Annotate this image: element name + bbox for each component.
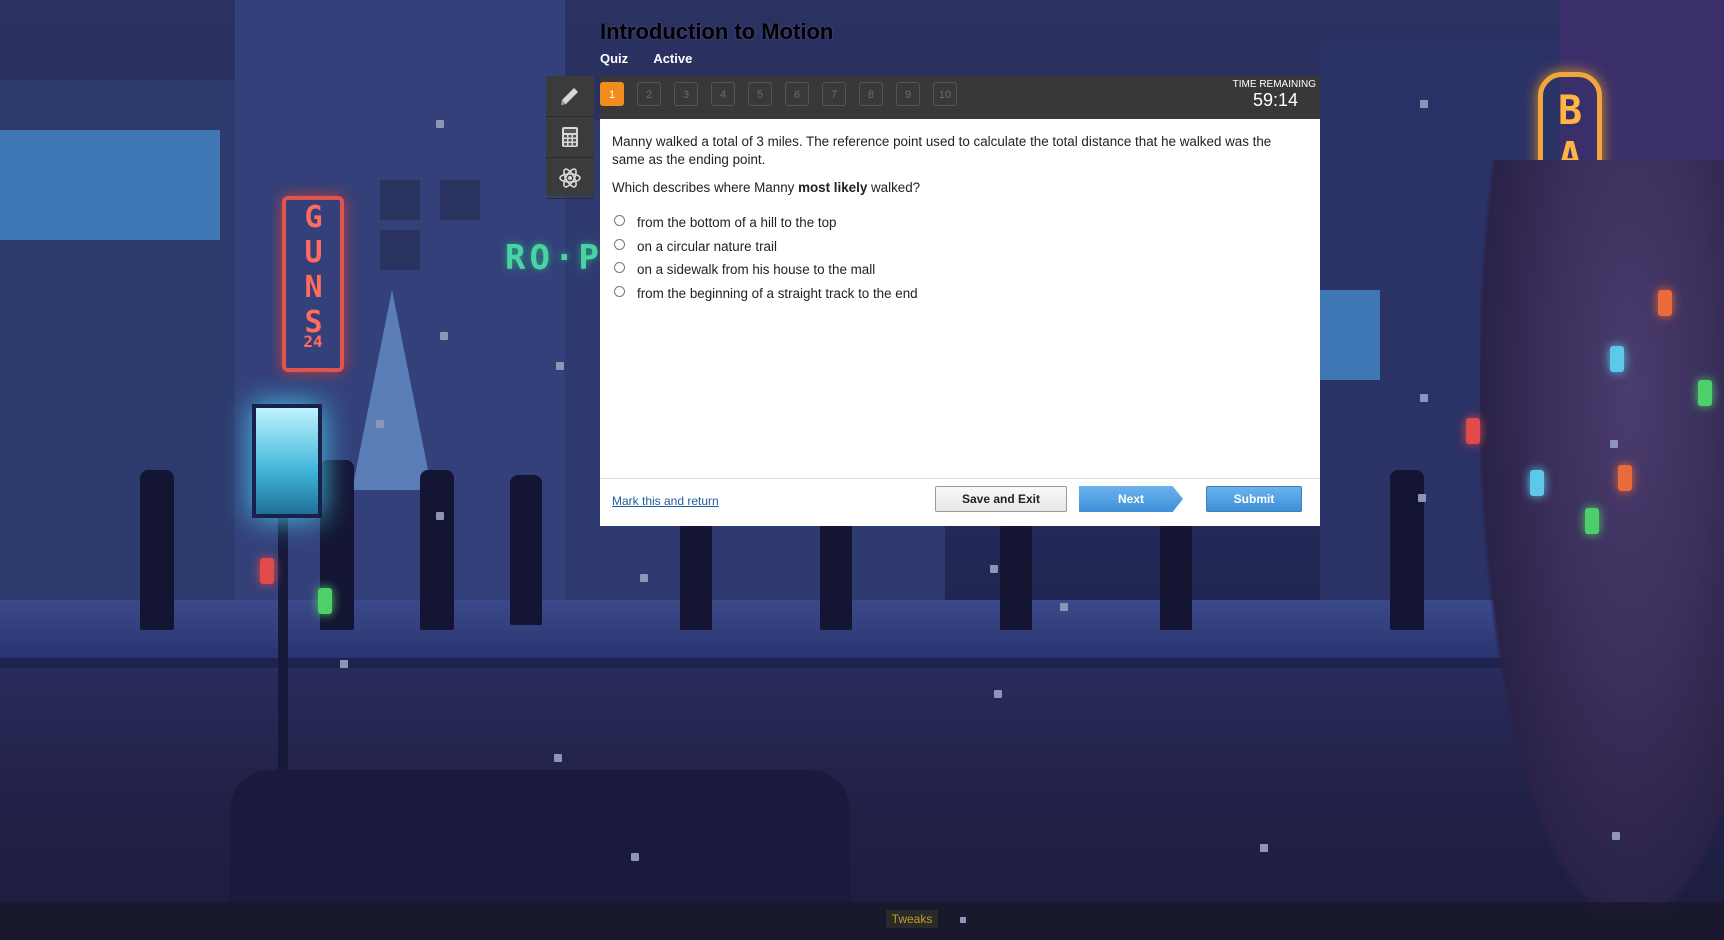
pencil-tool-button[interactable] (546, 76, 594, 117)
window (440, 180, 480, 220)
answer-option[interactable]: on a sidewalk from his house to the mall (614, 258, 918, 282)
pedestrian-silhouette (1000, 520, 1032, 630)
prompt-text: Which describes where Manny (612, 180, 799, 195)
page-title: Introduction to Motion (600, 19, 834, 44)
question-nav-button[interactable]: 9 (896, 82, 920, 106)
bench-with-figure (230, 770, 850, 910)
pedestrian-silhouette (420, 470, 454, 630)
curb (0, 658, 1724, 668)
radio-button[interactable] (614, 262, 625, 274)
question-nav-bar: 1 2 3 4 5 6 7 8 9 10 TIME REMAINING 59:1… (600, 76, 1320, 119)
question-nav-button[interactable]: 10 (933, 82, 957, 106)
snowflake (436, 512, 444, 520)
snowflake (556, 362, 564, 370)
snowflake (340, 660, 348, 668)
question-nav-button[interactable]: 3 (674, 82, 698, 106)
prompt-emphasis: most likely (798, 180, 868, 195)
snowflake (1260, 844, 1268, 852)
question-nav-button[interactable]: 2 (637, 82, 661, 106)
quiz-status-label: Active (653, 51, 693, 66)
mark-and-return-link[interactable]: Mark this and return (612, 494, 719, 508)
answer-option-label: on a sidewalk from his house to the mall (637, 262, 876, 278)
answer-option[interactable]: on a circular nature trail (614, 235, 918, 259)
radio-button[interactable] (614, 285, 625, 297)
light-cone (352, 290, 432, 490)
snowflake (1060, 603, 1068, 611)
lantern (1698, 380, 1712, 406)
neon-sign-number: 24 (303, 332, 323, 351)
footer-divider (600, 478, 1320, 479)
calculator-tool-button[interactable] (546, 117, 594, 158)
question-nav-button[interactable]: 1 (600, 82, 624, 106)
snowflake (436, 120, 444, 128)
question-prompt: Which describes where Manny most likely … (612, 180, 920, 195)
lantern (1658, 290, 1672, 316)
window (380, 180, 420, 220)
radio-button[interactable] (614, 215, 625, 227)
question-nav-button[interactable]: 8 (859, 82, 883, 106)
question-text: Manny walked a total of 3 miles. The ref… (612, 134, 1272, 167)
snowflake (1420, 394, 1428, 402)
pedestrian-silhouette (510, 475, 542, 625)
snowflake (1420, 100, 1428, 108)
question-panel: Manny walked a total of 3 miles. The ref… (600, 119, 1320, 526)
answer-option[interactable]: from the bottom of a hill to the top (614, 211, 918, 235)
prompt-text-end: walked? (867, 180, 921, 195)
window (380, 230, 420, 270)
lantern (1530, 470, 1544, 496)
answer-option-label: from the beginning of a straight track t… (637, 285, 918, 301)
tweaks-button[interactable]: Tweaks (886, 910, 938, 928)
snowflake (960, 917, 966, 923)
snowflake (1612, 832, 1620, 840)
submit-button[interactable]: Submit (1206, 486, 1302, 512)
sidewalk (0, 600, 1724, 660)
window (1320, 290, 1380, 380)
snowflake (990, 565, 998, 573)
answer-option[interactable]: from the beginning of a straight track t… (614, 282, 918, 306)
calculator-icon (562, 127, 578, 147)
radio-button[interactable] (614, 238, 625, 250)
snowflake (376, 420, 384, 428)
pedestrian-silhouette (140, 470, 174, 630)
pedestrian-silhouette (1160, 520, 1192, 630)
neon-sign-guns: GUNS 24 (282, 196, 344, 372)
pedestrian-silhouette (820, 520, 852, 630)
lantern (1466, 418, 1480, 444)
snowflake (1610, 440, 1618, 448)
question-nav-button[interactable]: 6 (785, 82, 809, 106)
quiz-type-label: Quiz (600, 51, 629, 66)
question-nav-button[interactable]: 7 (822, 82, 846, 106)
snowflake (554, 754, 562, 762)
pencil-icon (561, 88, 578, 105)
reference-tool-button[interactable] (546, 158, 594, 199)
time-remaining-label: TIME REMAINING (1232, 79, 1316, 90)
time-remaining-value: 59:14 (1252, 90, 1298, 110)
snowflake (1418, 494, 1426, 502)
tree (1480, 160, 1724, 920)
answer-options: from the bottom of a hill to the top on … (614, 211, 918, 305)
window (0, 130, 220, 240)
atom-icon (559, 168, 581, 188)
question-nav-button[interactable]: 5 (748, 82, 772, 106)
lantern (318, 588, 332, 614)
snowflake (440, 332, 448, 340)
lantern (1610, 346, 1624, 372)
pedestrian-silhouette (680, 520, 712, 630)
bottom-bar (0, 902, 1724, 940)
lantern (260, 558, 274, 584)
quiz-meta: Quiz Active (600, 51, 714, 66)
snowflake (631, 853, 639, 861)
snowflake (994, 690, 1002, 698)
neon-sign-text: GUNS (296, 200, 331, 340)
lantern (1585, 508, 1599, 534)
answer-option-label: from the bottom of a hill to the top (637, 215, 837, 231)
tool-sidebar (546, 76, 594, 199)
next-button[interactable]: Next (1079, 486, 1183, 512)
answer-option-label: on a circular nature trail (637, 238, 777, 254)
street-lamp (252, 404, 322, 518)
question-nav-button[interactable]: 4 (711, 82, 735, 106)
snowflake (640, 574, 648, 582)
save-and-exit-button[interactable]: Save and Exit (935, 486, 1067, 512)
lantern (1618, 465, 1632, 491)
